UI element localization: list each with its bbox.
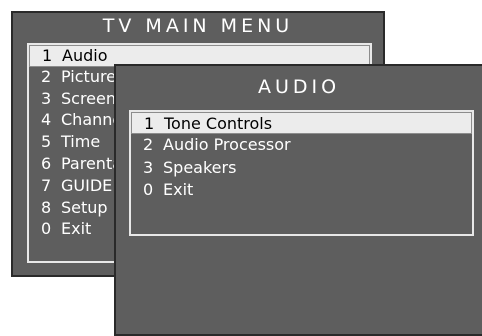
main-menu-title: TV MAIN MENU <box>102 15 294 37</box>
audio-menu-list: 1 Tone Controls 2 Audio Processor 3 Speaker… <box>129 110 474 236</box>
menu-item-label: Exit <box>61 219 92 239</box>
menu-item-number: 3 <box>41 88 52 108</box>
menu-item-number: 0 <box>41 219 52 239</box>
menu-item-label: Audio Processor <box>163 135 291 155</box>
menu-item-label: Screen <box>61 88 117 108</box>
menu-item-number: 2 <box>41 66 52 86</box>
menu-item-label: Setup <box>61 197 108 217</box>
menu-item-number: 8 <box>41 197 52 217</box>
menu-item-label: Audio <box>62 46 108 65</box>
menu-item-label: Exit <box>163 180 194 200</box>
menu-item-number: 1 <box>42 46 53 65</box>
menu-item-number: 2 <box>143 135 154 155</box>
menu-item-label: Speakers <box>163 157 237 177</box>
menu-item-number: 5 <box>41 132 52 152</box>
menu-item-label: GUIDE <box>61 175 113 195</box>
menu-item-label: Picture <box>61 66 117 86</box>
audio-menu-item-speakers[interactable]: 3 Speakers <box>131 157 472 179</box>
audio-menu-panel: AUDIO 1 Tone Controls 2 Audio Processor 3S… <box>114 64 482 336</box>
menu-item-label: Tone Controls <box>164 114 273 133</box>
audio-menu-item-audio-processor[interactable]: 2 Audio Processor <box>131 134 472 156</box>
menu-item-number: 1 <box>144 114 155 133</box>
menu-item-label: Time <box>61 132 101 152</box>
menu-item-number: 6 <box>41 153 52 173</box>
menu-item-number: 0 <box>143 180 154 200</box>
audio-menu-title: AUDIO <box>257 76 341 98</box>
menu-item-number: 3 <box>143 157 154 177</box>
menu-item-number: 4 <box>41 110 52 130</box>
audio-menu-item-exit[interactable]: 0 Exit <box>131 179 472 201</box>
menu-item-number: 7 <box>41 175 52 195</box>
audio-menu-item-tone-controls[interactable]: 1 Tone Controls <box>131 112 472 135</box>
